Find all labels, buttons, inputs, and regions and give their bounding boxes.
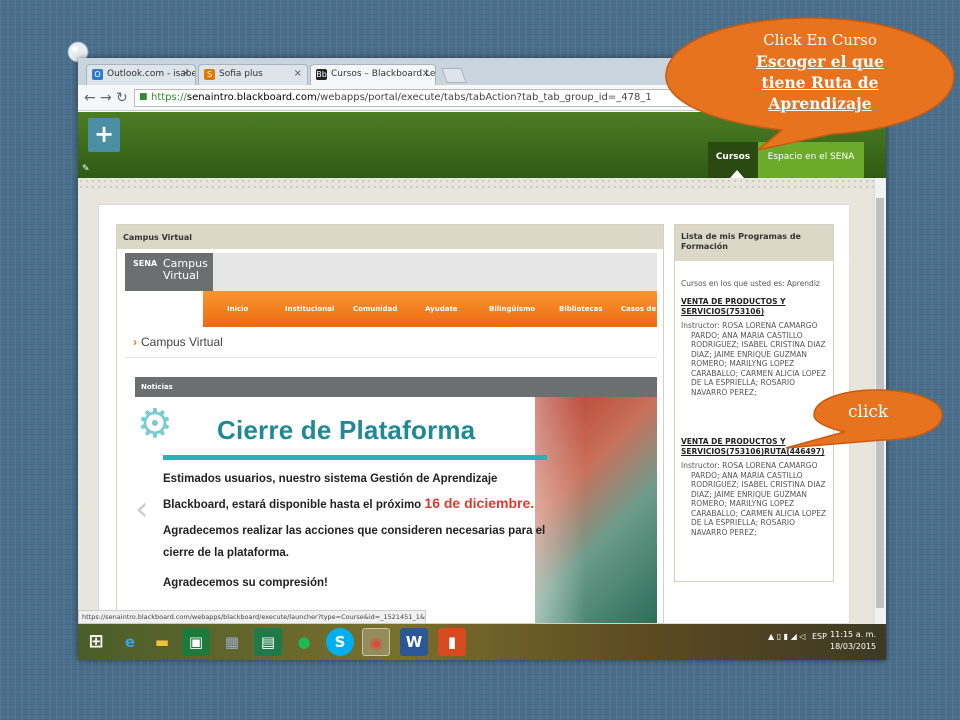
lock-icon: ■ xyxy=(139,92,148,102)
new-tab-button[interactable] xyxy=(441,68,467,83)
news-banner[interactable]: ⚙ Cierre de Plataforma ‹ Estimados usuar… xyxy=(135,397,657,623)
chevron-right-icon: › xyxy=(133,335,137,349)
tray-icons[interactable]: ▲ ▯ ▮ ◢ ◁ xyxy=(768,632,805,641)
campus-virtual-module: Campus Virtual SENA Campus Virtual Inicio… xyxy=(116,224,664,624)
nav-bibliotecas[interactable]: Bibliotecas xyxy=(559,305,603,313)
internet-explorer-icon[interactable]: e xyxy=(116,628,144,656)
nav-inicio[interactable]: Inicio xyxy=(227,305,248,313)
breadcrumb-label: Campus Virtual xyxy=(141,335,223,349)
course-instructors: Instructor: ROSA LORENA CAMARGO PARDO; A… xyxy=(681,461,827,537)
close-icon[interactable]: × xyxy=(294,68,302,79)
url-scheme: https:// xyxy=(151,92,187,103)
windows-start-icon[interactable]: ⊞ xyxy=(82,628,110,656)
callout-line: Aprendizaje xyxy=(768,94,872,113)
back-icon[interactable]: ← xyxy=(84,90,96,106)
banner-divider xyxy=(163,455,547,460)
logo-mark: SENA xyxy=(133,259,158,268)
status-bar: https://senaintro.blackboard.com/webapps… xyxy=(78,610,426,624)
sofia-icon: S xyxy=(204,69,215,80)
network-icon[interactable]: ▦ xyxy=(218,628,246,656)
clock-time: 11:15 a. m. xyxy=(830,630,877,639)
store-icon[interactable]: ▣ xyxy=(182,628,210,656)
blackboard-icon: Bb xyxy=(316,69,327,80)
callout-line: Escoger el que xyxy=(756,52,884,71)
callout-line: tiene Ruta de xyxy=(761,73,879,92)
spotify-icon[interactable]: ● xyxy=(290,628,318,656)
sena-logo[interactable]: SENA Campus Virtual xyxy=(125,253,213,291)
banner-date: 16 de diciembre. xyxy=(424,495,535,511)
banner-text: Estimados usuarios, nuestro sistema Gest… xyxy=(163,473,498,485)
tab-blackboard[interactable]: Bb Cursos – Blackboard Learn × xyxy=(310,64,436,85)
app-icon[interactable]: ▤ xyxy=(254,628,282,656)
clock[interactable]: 11:15 a. m. 18/03/2015 xyxy=(830,629,876,653)
divider xyxy=(78,178,886,188)
course-instructors: Instructor: ROSA LORENA CAMARGO PARDO; A… xyxy=(681,321,827,397)
powerpoint-icon[interactable]: ▮ xyxy=(438,628,466,656)
close-icon[interactable]: × xyxy=(182,68,190,79)
callout-text: click xyxy=(848,402,889,422)
close-icon[interactable]: × xyxy=(422,68,430,79)
nav-bilinguismo[interactable]: Bilingüismo xyxy=(489,305,535,313)
tab-label: Cursos – Blackboard Learn xyxy=(331,69,436,79)
url-host: senaintro.blackboard.com xyxy=(186,92,317,103)
banner-text: Blackboard, estará disponible hasta el p… xyxy=(163,495,534,511)
add-button[interactable]: + xyxy=(88,118,120,152)
sena-banner-bar: SENA Campus Virtual xyxy=(125,253,657,291)
tab-outlook[interactable]: O Outlook.com - isabelcristi × xyxy=(86,64,196,85)
url-path: /webapps/portal/execute/tabs/tabAction?t… xyxy=(316,92,652,103)
file-explorer-icon[interactable]: ▬ xyxy=(148,628,176,656)
nav-casos[interactable]: Casos de xyxy=(621,305,656,313)
programs-subtitle: Cursos en los que usted es: Aprendiz xyxy=(681,279,820,288)
gear-icon: ⚙ xyxy=(137,401,173,447)
outlook-icon: O xyxy=(92,69,103,80)
reload-icon[interactable]: ↻ xyxy=(116,90,128,106)
skype-icon[interactable]: S xyxy=(326,628,354,656)
address-bar[interactable]: ■ https://senaintro.blackboard.com/webapp… xyxy=(134,89,694,107)
banner-text: Agradecemos su compresión! xyxy=(163,577,328,589)
language-indicator[interactable]: ESP xyxy=(812,632,827,641)
nav-institucional[interactable]: Institucional xyxy=(285,305,334,313)
breadcrumb: › Campus Virtual xyxy=(133,335,223,349)
logo-text: Virtual xyxy=(163,269,199,282)
chrome-icon[interactable]: ◉ xyxy=(362,628,390,656)
word-icon[interactable]: W xyxy=(400,628,428,656)
tab-sofia-plus[interactable]: S Sofia plus × xyxy=(198,64,308,85)
taskbar: ⊞ e ▬ ▣ ▦ ▤ ● S ◉ W ▮ ▲ ▯ ▮ ◢ ◁ ESP 11:1… xyxy=(78,624,886,660)
forward-icon[interactable]: → xyxy=(100,90,112,106)
active-tab-indicator xyxy=(730,170,744,178)
chevron-left-icon[interactable]: ‹ xyxy=(135,489,149,529)
callout-text: Click En Curso Escoger el que tiene Ruta… xyxy=(720,30,920,114)
campus-nav: Inicio Institucional Comunidad Ayudate B… xyxy=(203,291,657,327)
banner-title: Cierre de Plataforma xyxy=(217,415,476,445)
module-title: Campus Virtual xyxy=(117,225,663,249)
callout-bubble xyxy=(785,389,943,449)
tab-label: Sofia plus xyxy=(219,69,263,79)
banner-text: Agradecemos realizar las acciones que co… xyxy=(163,525,546,537)
nav-ayudate[interactable]: Ayudate xyxy=(425,305,458,313)
clock-date: 18/03/2015 xyxy=(830,642,877,651)
course-link[interactable]: VENTA DE PRODUCTOS Y SERVICIOS(753106) xyxy=(681,297,831,316)
callout-line: Click En Curso xyxy=(763,31,877,49)
divider xyxy=(125,357,657,358)
banner-text-part: Blackboard, estará disponible hasta el p… xyxy=(163,499,422,511)
module-title: Lista de mis Programas de Formación xyxy=(675,225,833,261)
nav-comunidad[interactable]: Comunidad xyxy=(353,305,397,313)
banner-text: cierre de la plataforma. xyxy=(163,547,289,559)
edit-icon[interactable]: ✎ xyxy=(82,164,90,174)
noticias-header: Noticias xyxy=(135,377,657,397)
